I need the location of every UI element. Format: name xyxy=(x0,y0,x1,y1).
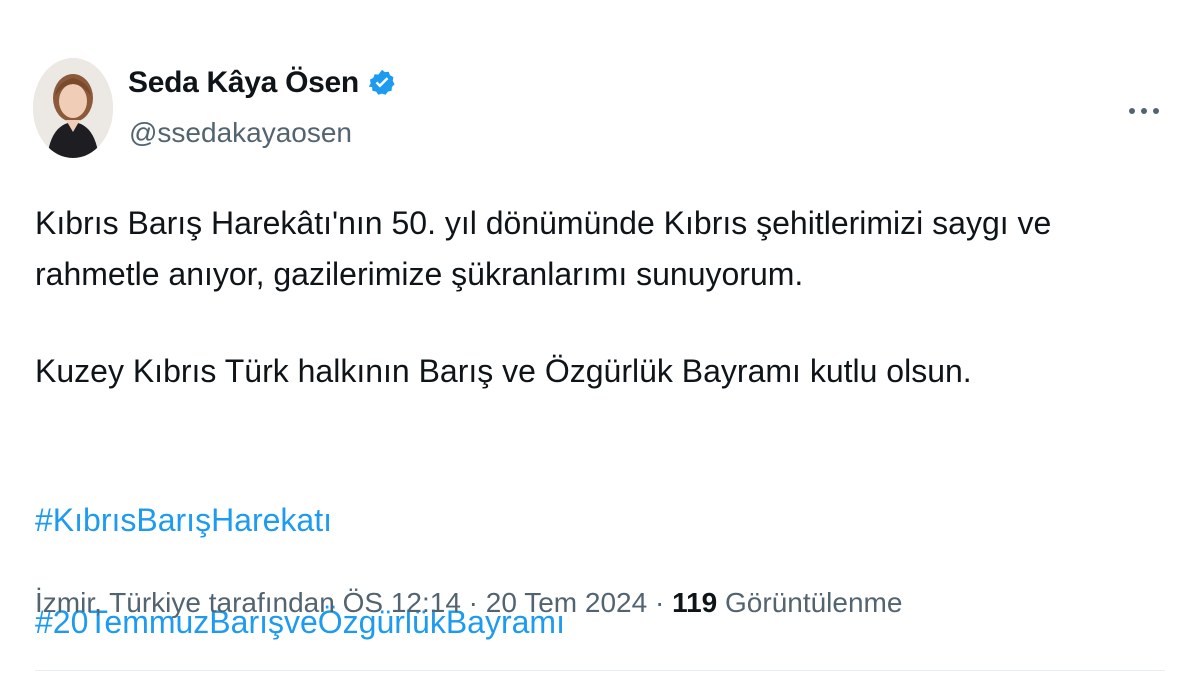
tweet-card: Seda Kâya Ösen @ssedakayaosen Kıbrıs Bar… xyxy=(0,0,1200,675)
tweet-paragraph: Kıbrıs Barış Harekâtı'nın 50. yıl dönümü… xyxy=(35,205,1052,293)
location-timestamp[interactable]: İzmir, Türkiye tarafından ÖS 12:14 · 20 … xyxy=(35,587,672,618)
more-options-icon[interactable] xyxy=(1124,96,1164,126)
avatar[interactable] xyxy=(33,58,113,158)
author-handle[interactable]: @ssedakayaosen xyxy=(129,117,352,149)
views-count[interactable]: 119 xyxy=(672,587,717,618)
views-label[interactable]: Görüntülenme xyxy=(717,587,902,618)
tweet-text: Kıbrıs Barış Harekâtı'nın 50. yıl dönümü… xyxy=(35,198,1175,648)
tweet-paragraph: Kuzey Kıbrıs Türk halkının Barış ve Özgü… xyxy=(35,353,972,390)
verified-badge-icon xyxy=(367,68,397,98)
author-name-row[interactable]: Seda Kâya Ösen xyxy=(128,66,397,100)
divider xyxy=(35,670,1165,671)
author-name[interactable]: Seda Kâya Ösen xyxy=(128,66,359,100)
tweet-meta: İzmir, Türkiye tarafından ÖS 12:14 · 20 … xyxy=(35,587,902,619)
hashtag-link[interactable]: #KıbrısBarışHarekatı xyxy=(35,502,332,538)
